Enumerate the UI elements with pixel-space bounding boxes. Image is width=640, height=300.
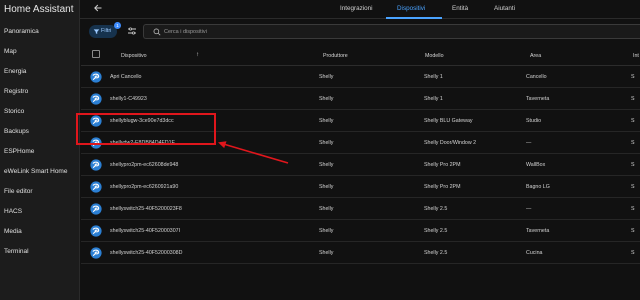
- table-row[interactable]: Apri Cancello Shelly Shelly 1 Cancello S: [81, 66, 640, 88]
- integration-cell: S: [631, 250, 635, 256]
- highlight-annotation: [76, 113, 216, 145]
- manufacturer-cell: Shelly: [319, 118, 334, 124]
- model-cell: Shelly BLU Gateway: [424, 118, 473, 124]
- device-name: shellypro2pm-ec62608de948: [110, 162, 179, 168]
- sort-ascending-icon[interactable]: ↑: [196, 52, 199, 58]
- area-cell: Studio: [526, 118, 542, 124]
- tune-icon[interactable]: [127, 26, 137, 36]
- area-cell: WallBox: [526, 162, 546, 168]
- manufacturer-cell: Shelly: [319, 250, 334, 256]
- search-box[interactable]: [143, 24, 640, 39]
- sidebar-item-backups[interactable]: Backups: [4, 128, 29, 135]
- sidebar-item-hacs[interactable]: HACS: [4, 208, 22, 215]
- sidebar-item-storico[interactable]: Storico: [4, 108, 24, 115]
- integration-cell: S: [631, 74, 635, 80]
- sidebar-item-ewelink[interactable]: eWeLink Smart Home: [4, 168, 67, 175]
- search-input[interactable]: [164, 27, 464, 37]
- integration-cell: S: [631, 206, 635, 212]
- sidebar: Home Assistant Panoramica Map Energia Re…: [0, 0, 80, 300]
- annotation-arrow-icon: [218, 141, 289, 164]
- integration-cell: S: [631, 162, 635, 168]
- table-row[interactable]: shellypro2pm-ec6260921a90 Shelly Shelly Pr…: [81, 176, 640, 198]
- model-cell: Shelly Pro 2PM: [424, 184, 461, 190]
- manufacturer-cell: Shelly: [319, 140, 334, 146]
- tab-aiutanti[interactable]: Aiutanti: [494, 5, 515, 12]
- table-row[interactable]: shellyswitch25-40F52000307I Shelly Shelly …: [81, 220, 640, 242]
- device-name: shellyswitch25-40F5200023F8: [110, 206, 182, 212]
- manufacturer-cell: Shelly: [319, 206, 334, 212]
- model-cell: Shelly Door/Window 2: [424, 140, 477, 146]
- select-all-checkbox[interactable]: [92, 50, 100, 58]
- shelly-logo-icon: [90, 247, 102, 259]
- filter-button[interactable]: Filtri: [89, 25, 117, 38]
- active-tab-indicator: [386, 17, 442, 19]
- table-row[interactable]: shelly1-C49923 Shelly Shelly 1 Taverneta S: [81, 88, 640, 110]
- device-name: shellyswitch25-40F52000308D: [110, 250, 183, 256]
- integration-cell: S: [631, 118, 635, 124]
- sidebar-item-esphome[interactable]: ESPHome: [4, 148, 34, 155]
- shelly-logo-icon: [90, 159, 102, 171]
- manufacturer-cell: Shelly: [319, 74, 334, 80]
- model-cell: Shelly 1: [424, 74, 443, 80]
- integration-cell: S: [631, 140, 635, 146]
- sidebar-item-panoramica[interactable]: Panoramica: [4, 28, 39, 35]
- device-name: shellyswitch25-40F52000307I: [110, 228, 181, 234]
- sidebar-item-terminal[interactable]: Terminal: [4, 248, 29, 255]
- column-header-area[interactable]: Area: [530, 53, 541, 59]
- column-header-integration[interactable]: Int: [633, 53, 639, 59]
- area-cell: Bagno LG: [526, 184, 550, 190]
- search-icon: [153, 28, 161, 36]
- tab-dispositivi[interactable]: Dispositivi: [397, 5, 425, 12]
- arrow-left-icon[interactable]: [93, 3, 103, 13]
- filter-button-label: Filtri: [101, 28, 112, 34]
- filter-icon: [93, 29, 100, 34]
- filter-count-badge: 1: [114, 22, 121, 29]
- device-name: shellypro2pm-ec6260921a90: [110, 184, 179, 190]
- area-cell: Cancello: [526, 74, 547, 80]
- area-cell: Cucina: [526, 250, 543, 256]
- shelly-logo-icon: [90, 71, 102, 83]
- device-name: Apri Cancello: [110, 74, 142, 80]
- device-name: shelly1-C49923: [110, 96, 147, 102]
- shelly-logo-icon: [90, 203, 102, 215]
- manufacturer-cell: Shelly: [319, 162, 334, 168]
- tab-entita[interactable]: Entità: [452, 5, 468, 12]
- column-header-model[interactable]: Modello: [425, 53, 444, 59]
- model-cell: Shelly 1: [424, 96, 443, 102]
- integration-cell: S: [631, 96, 635, 102]
- shelly-logo-icon: [90, 93, 102, 105]
- integration-cell: S: [631, 228, 635, 234]
- manufacturer-cell: Shelly: [319, 184, 334, 190]
- table-row[interactable]: shellyswitch25-40F52000308D Shelly Shelly …: [81, 242, 640, 264]
- table-row[interactable]: shellypro2pm-ec62608de948 Shelly Shelly Pr…: [81, 154, 640, 176]
- sidebar-item-file-editor[interactable]: File editor: [4, 188, 33, 195]
- area-cell: —: [526, 206, 532, 212]
- tab-integrazioni[interactable]: Integrazioni: [340, 5, 373, 12]
- area-cell: —: [526, 140, 532, 146]
- manufacturer-cell: Shelly: [319, 228, 334, 234]
- area-cell: Taverneta: [526, 228, 550, 234]
- table-header: ↑ Dispositivo Produttore Modello Area In…: [81, 42, 640, 66]
- sidebar-item-media[interactable]: Media: [4, 228, 22, 235]
- shelly-logo-icon: [90, 225, 102, 237]
- column-header-manufacturer[interactable]: Produttore: [323, 53, 348, 59]
- model-cell: Shelly 2.5: [424, 228, 448, 234]
- integration-cell: S: [631, 184, 635, 190]
- model-cell: Shelly Pro 2PM: [424, 162, 461, 168]
- sidebar-item-map[interactable]: Map: [4, 48, 17, 55]
- sidebar-item-energia[interactable]: Energia: [4, 68, 26, 75]
- app-title: Home Assistant: [4, 4, 74, 15]
- area-cell: Taverneta: [526, 96, 550, 102]
- table-row[interactable]: shellyswitch25-40F5200023F8 Shelly Shelly …: [81, 198, 640, 220]
- model-cell: Shelly 2.5: [424, 250, 448, 256]
- sidebar-item-registro[interactable]: Registro: [4, 88, 28, 95]
- shelly-logo-icon: [90, 181, 102, 193]
- model-cell: Shelly 2.5: [424, 206, 448, 212]
- column-header-device[interactable]: Dispositivo: [121, 53, 147, 59]
- manufacturer-cell: Shelly: [319, 96, 334, 102]
